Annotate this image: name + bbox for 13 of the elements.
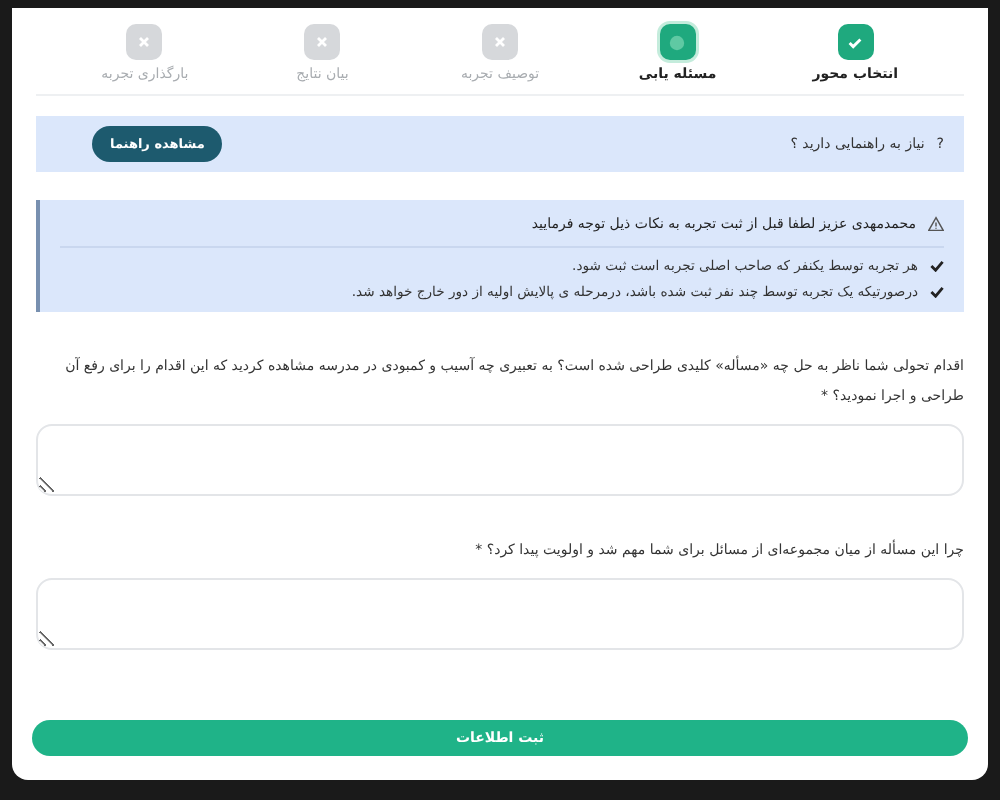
- dot-icon: [668, 33, 687, 51]
- step-badge[interactable]: [126, 24, 163, 60]
- step-badge[interactable]: [304, 24, 341, 60]
- answer-box[interactable]: [36, 578, 964, 650]
- step-badge[interactable]: [482, 24, 519, 60]
- close-icon: [316, 36, 329, 48]
- check-icon: [846, 33, 865, 51]
- step-badge[interactable]: [659, 24, 696, 60]
- close-icon: [494, 36, 507, 48]
- close-icon: [138, 36, 151, 48]
- answer-box[interactable]: [36, 424, 964, 496]
- step-badge[interactable]: [837, 24, 874, 60]
- warning-icon: [928, 216, 944, 232]
